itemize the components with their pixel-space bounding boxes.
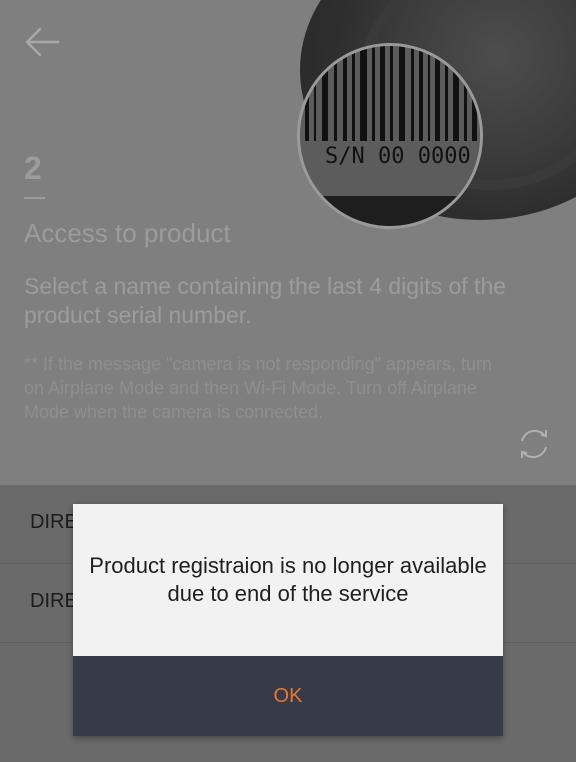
dialog-message: Product registraion is no longer availab… <box>89 553 487 606</box>
setup-header-area: 2 Access to product Select a name contai… <box>0 0 576 485</box>
device-name: DIRE <box>30 590 78 612</box>
ok-button[interactable]: OK <box>274 685 303 708</box>
back-arrow-icon[interactable] <box>24 24 60 60</box>
serial-number-magnifier: S/N 00 0000 <box>297 43 483 229</box>
instruction-text: Select a name containing the last 4 digi… <box>24 273 507 328</box>
service-ended-dialog: Product registraion is no longer availab… <box>73 504 503 736</box>
barcode-image <box>305 46 477 141</box>
airplane-mode-note: ** If the message "camera is not respond… <box>24 354 493 422</box>
page-title: Access to product <box>24 218 231 248</box>
step-underline <box>24 197 45 199</box>
step-number: 2 <box>24 150 42 186</box>
dialog-footer: OK <box>73 656 503 736</box>
dialog-body: Product registraion is no longer availab… <box>73 504 503 656</box>
magnifier-dark-band <box>300 196 480 226</box>
device-name: DIRE <box>30 511 78 533</box>
serial-number-text: S/N 00 0000 <box>325 144 471 169</box>
refresh-icon[interactable] <box>514 424 554 464</box>
